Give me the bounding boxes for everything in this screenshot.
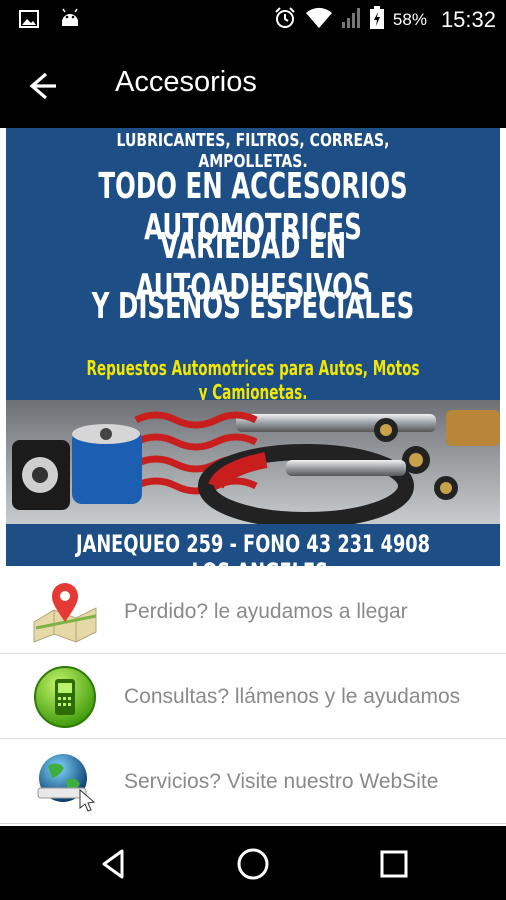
globe-icon — [30, 750, 100, 814]
battery-icon — [369, 5, 385, 35]
action-list: Perdido? le ayudamos a llegar Consultas?… — [0, 570, 506, 826]
list-item-call[interactable]: Consultas? llámenos y le ayudamos — [0, 655, 506, 739]
arrow-back-icon[interactable] — [22, 66, 62, 106]
page-title: Accesorios — [115, 66, 257, 98]
battery-percent: 58% — [392, 10, 427, 29]
system-nav-bar — [0, 826, 506, 900]
android-icon — [58, 8, 82, 35]
banner-panel: LUBRICANTES, FILTROS, CORREAS, AMPOLLETA… — [6, 128, 500, 566]
list-item-label: Perdido? le ayudamos a llegar — [124, 600, 408, 623]
app-bar: Accesorios — [0, 40, 506, 128]
clock-time: 15:32 — [440, 7, 496, 32]
list-item-label: Servicios? Visite nuestro WebSite — [124, 770, 439, 793]
wifi-icon — [305, 7, 333, 34]
promo-banner: LUBRICANTES, FILTROS, CORREAS, AMPOLLETA… — [0, 128, 506, 570]
map-pin-icon — [30, 580, 100, 644]
list-item-label: Consultas? llámenos y le ayudamos — [124, 685, 461, 708]
home-circle-icon[interactable] — [235, 846, 271, 882]
list-item-website[interactable]: Servicios? Visite nuestro WebSite — [0, 740, 506, 824]
recents-square-icon[interactable] — [376, 846, 412, 882]
banner-line-designs: Y DISEÑOS ESPECIALES — [91, 286, 415, 327]
back-triangle-icon[interactable] — [96, 846, 132, 882]
status-bar: 58% 15:32 — [0, 0, 506, 40]
alarm-icon — [273, 6, 297, 35]
phone-icon — [30, 665, 100, 729]
auto-parts-image — [6, 400, 500, 524]
signal-icon — [341, 7, 361, 34]
banner-line-address: JANEQUEO 259 - FONO 43 231 4908 - LOS AN… — [75, 530, 431, 566]
list-item-directions[interactable]: Perdido? le ayudamos a llegar — [0, 570, 506, 654]
image-icon — [18, 8, 40, 35]
banner-line-parts: Repuestos Automotrices para Autos, Motos… — [86, 356, 420, 404]
